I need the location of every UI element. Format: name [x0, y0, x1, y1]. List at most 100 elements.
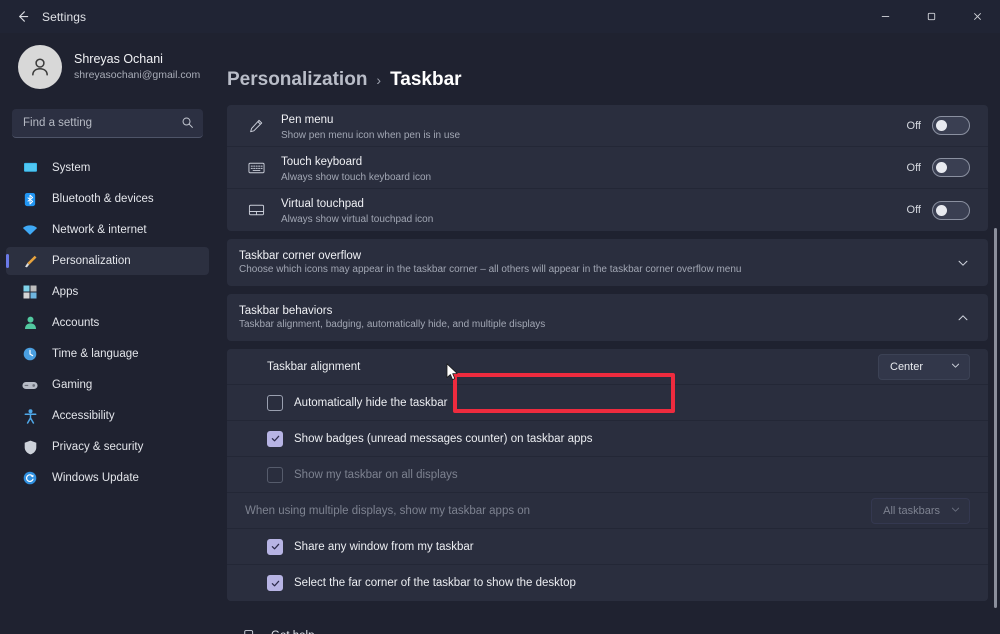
search-container [0, 95, 215, 144]
checkbox-select-far-corner[interactable] [267, 575, 283, 591]
sidebar-item-accessibility[interactable]: Accessibility [6, 402, 209, 430]
row-show-badges[interactable]: Show badges (unread messages counter) on… [227, 421, 988, 457]
accessibility-icon [20, 408, 40, 424]
sidebar-item-label: Bluetooth & devices [52, 193, 154, 205]
account-block[interactable]: Shreyas Ochani shreyasochani@gmail.com [0, 39, 215, 95]
setting-title: Touch keyboard [281, 155, 363, 168]
window-title: Settings [42, 9, 87, 24]
sidebar-item-label: Accounts [52, 317, 100, 329]
dropdown-value: All taskbars [883, 504, 940, 517]
setting-row-touch-keyboard[interactable]: Touch keyboard Always show touch keyboar… [227, 147, 988, 189]
setting-title: Pen menu [281, 113, 334, 126]
sidebar-item-bluetooth-devices[interactable]: Bluetooth & devices [6, 185, 209, 213]
section-text: Taskbar behaviors Taskbar alignment, bad… [239, 305, 956, 330]
touchpad-icon [245, 203, 267, 217]
chevron-down-icon[interactable] [956, 256, 970, 270]
mouse-cursor [446, 363, 459, 387]
row-select-far-corner[interactable]: Select the far corner of the taskbar to … [227, 565, 988, 601]
sidebar-item-time-language[interactable]: Time & language [6, 340, 209, 368]
help-icon [241, 629, 259, 634]
account-text: Shreyas Ochani shreyasochani@gmail.com [74, 52, 200, 83]
setting-subtitle: Always show virtual touchpad icon [281, 214, 434, 225]
sidebar-nav: System Bluetooth & devices Network & int… [0, 154, 215, 495]
sidebar-item-label: Windows Update [52, 472, 139, 484]
back-button[interactable] [6, 4, 38, 30]
setting-title: Virtual touchpad [281, 198, 364, 210]
checkbox-share-any-window[interactable] [267, 538, 283, 555]
window-controls [862, 0, 1000, 33]
section-subtitle: Choose which icons may appear in the tas… [239, 264, 742, 275]
sidebar-item-label: Time & language [52, 348, 139, 360]
vertical-scrollbar[interactable] [994, 228, 997, 608]
search-box[interactable] [12, 109, 205, 138]
minimize-button[interactable] [862, 0, 908, 33]
system-tray-icons-card: Pen menu Show pen menu icon when pen is … [227, 105, 988, 231]
sidebar-item-label: Gaming [52, 379, 93, 391]
section-subtitle: Taskbar alignment, badging, automaticall… [239, 319, 546, 330]
clock-icon [20, 346, 40, 362]
checkbox-automatically-hide-taskbar[interactable] [267, 394, 283, 411]
setting-row-pen-menu[interactable]: Pen menu Show pen menu icon when pen is … [227, 105, 988, 147]
row-share-any-window[interactable]: Share any window from my taskbar [227, 529, 988, 565]
network-icon [20, 222, 40, 238]
page-title: Taskbar [390, 69, 462, 90]
row-taskbar-alignment: Taskbar alignment Center [227, 349, 988, 385]
sidebar: Shreyas Ochani shreyasochani@gmail.com F… [0, 33, 215, 634]
chevron-down-icon [950, 358, 961, 376]
checkbox-label: Automatically hide the taskbar [294, 396, 448, 409]
setting-text: Virtual touchpad Always show virtual tou… [281, 194, 907, 226]
taskbar-behaviors-content: Taskbar alignment Center Automatically h… [227, 349, 988, 601]
get-help-link[interactable]: Get help [241, 623, 988, 634]
maximize-button[interactable] [908, 0, 954, 33]
setting-control: Off [906, 200, 970, 220]
sidebar-item-label: Personalization [52, 255, 131, 267]
setting-control: Off [907, 158, 970, 177]
apps-icon [20, 284, 40, 300]
chevron-up-icon[interactable] [956, 311, 970, 325]
keyboard-icon [245, 161, 267, 175]
setting-subtitle: Always show touch keyboard icon [281, 171, 432, 183]
toggle-knob [936, 120, 947, 131]
close-button[interactable] [954, 0, 1000, 33]
sidebar-item-system[interactable]: System [6, 154, 209, 182]
account-email: shreyasochani@gmail.com [74, 69, 201, 82]
footer-links: Get help Give feedback [227, 609, 988, 634]
chevron-down-icon [950, 502, 961, 520]
toggle-state-label: Off [906, 204, 921, 216]
accounts-icon [20, 315, 40, 331]
avatar [18, 45, 62, 89]
toggle-knob [936, 204, 947, 216]
checkbox-show-badges[interactable] [267, 430, 283, 447]
pen-icon [245, 118, 267, 134]
setting-row-virtual-touchpad[interactable]: Virtual touchpad Always show virtual tou… [227, 189, 988, 231]
toggle-switch-pen-menu[interactable] [932, 116, 970, 135]
sidebar-item-accounts[interactable]: Accounts [6, 309, 209, 337]
sidebar-item-gaming[interactable]: Gaming [6, 371, 209, 399]
search-icon [181, 116, 194, 134]
breadcrumb-separator: › [376, 72, 382, 88]
settings-scroll-area: Pen menu Show pen menu icon when pen is … [215, 105, 1000, 634]
taskbar-alignment-dropdown[interactable]: Center [878, 353, 970, 380]
sidebar-item-apps[interactable]: Apps [6, 278, 209, 306]
content-pane: Personalization › Taskbar Pen menu Show … [215, 33, 1000, 634]
row-automatically-hide-taskbar[interactable]: Automatically hide the taskbar [227, 385, 988, 421]
toggle-switch-touch-keyboard[interactable] [932, 158, 970, 177]
toggle-knob [936, 162, 947, 173]
search-input[interactable] [12, 109, 205, 137]
section-taskbar-behaviors[interactable]: Taskbar behaviors Taskbar alignment, bad… [227, 294, 988, 341]
multiple-displays-label: When using multiple displays, show my ta… [245, 504, 531, 517]
sidebar-item-label: Network & internet [52, 224, 147, 236]
toggle-switch-virtual-touchpad[interactable] [932, 200, 970, 220]
sidebar-item-privacy-security[interactable]: Privacy & security [6, 433, 209, 461]
sidebar-item-personalization[interactable]: Personalization [6, 247, 209, 275]
section-taskbar-corner-overflow[interactable]: Taskbar corner overflow Choose which ico… [227, 239, 988, 286]
checkbox-label: Show my taskbar on all displays [294, 468, 458, 481]
sidebar-item-windows-update[interactable]: Windows Update [6, 464, 209, 492]
shield-icon [20, 439, 40, 455]
link-label: Get help [271, 630, 314, 634]
breadcrumb-parent[interactable]: Personalization [227, 69, 367, 91]
sidebar-item-label: Privacy & security [52, 441, 144, 453]
setting-text: Pen menu Show pen menu icon when pen is … [281, 110, 907, 142]
sidebar-item-network-internet[interactable]: Network & internet [6, 216, 209, 244]
paintbrush-icon [20, 253, 40, 269]
